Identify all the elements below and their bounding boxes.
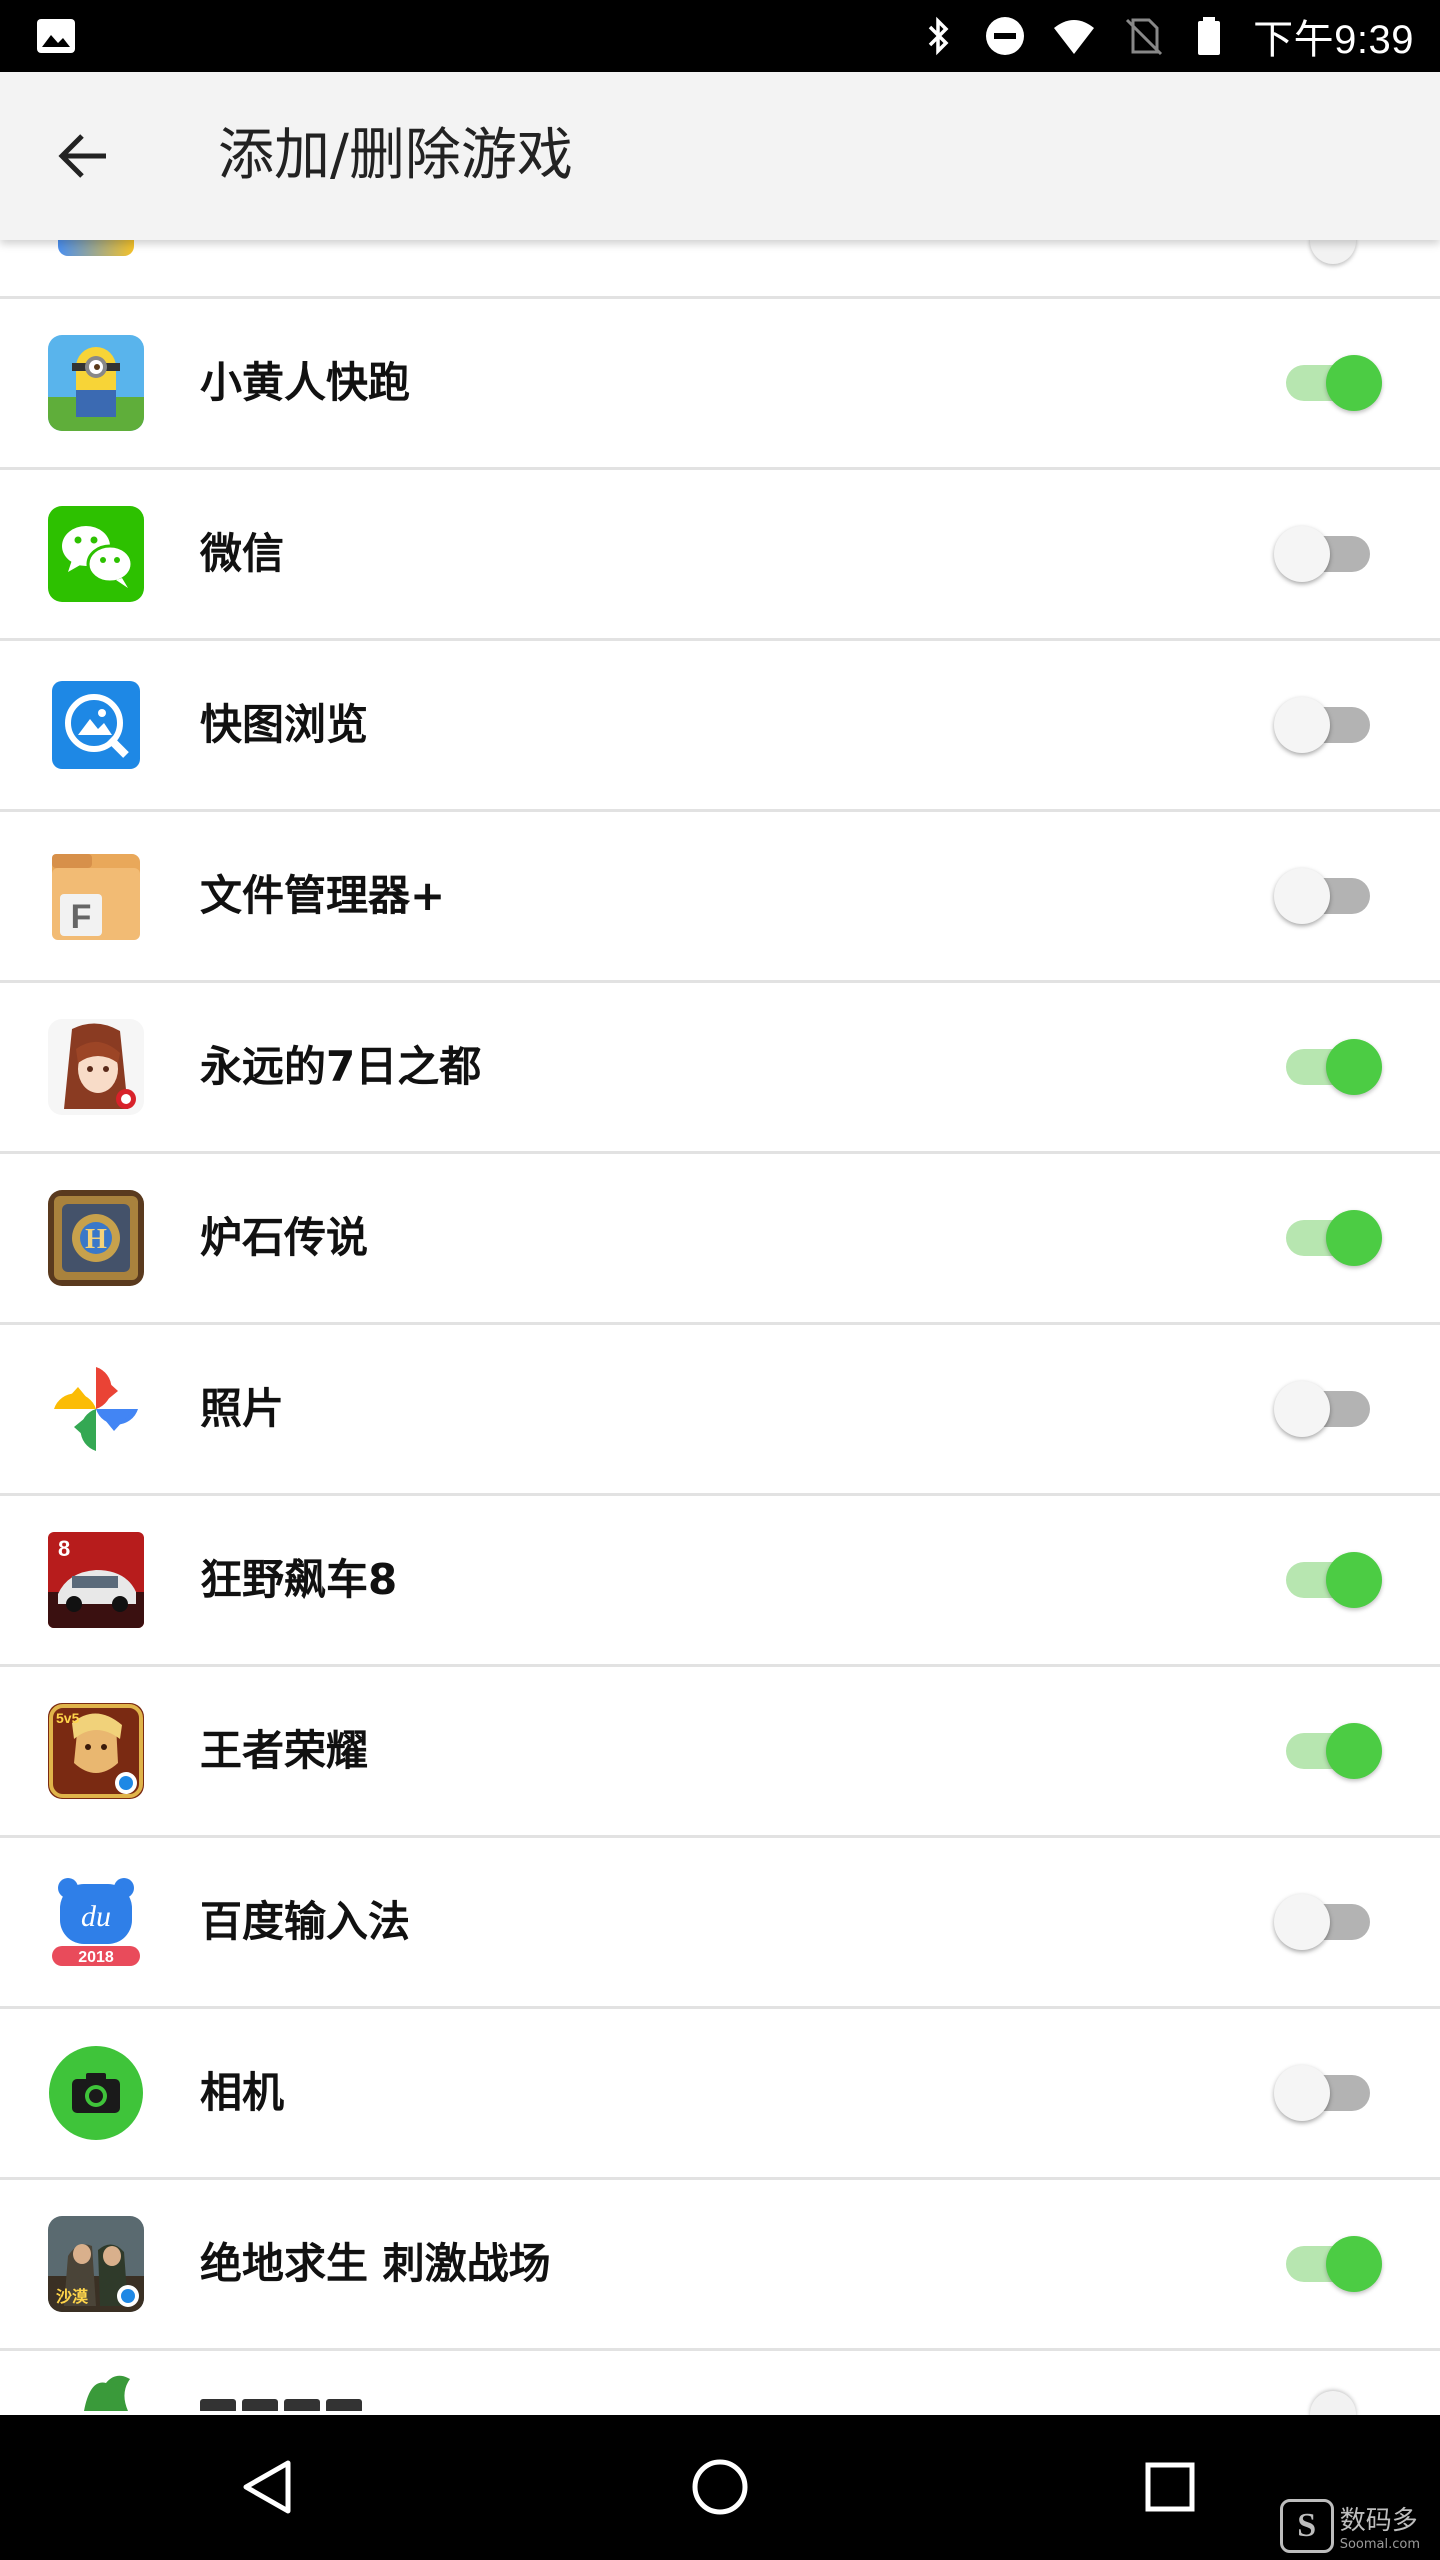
app-name: 永远的7日之都 [200, 1042, 482, 1091]
back-triangle-icon [243, 2460, 291, 2514]
list-item[interactable]: 5v5 王者荣耀 [0, 1667, 1440, 1838]
nav-home-button[interactable] [670, 2437, 770, 2537]
svg-text:5v5: 5v5 [56, 1710, 80, 1726]
app-name: 微信 [200, 529, 285, 578]
toggle-switch[interactable] [1274, 2236, 1382, 2292]
app-name: 文件管理器+ [200, 871, 446, 920]
watermark-logo: S [1279, 2499, 1334, 2553]
wifi-icon [1054, 20, 1095, 54]
list-item[interactable]: 小黄人快跑 [0, 299, 1440, 470]
toggle-switch[interactable] [1274, 526, 1382, 582]
list-item[interactable]: 相机 [0, 2009, 1440, 2180]
watermark-text: 数码多 [1339, 2506, 1418, 2536]
svg-text:du: du [81, 1900, 111, 1933]
app-name: 相机 [200, 2068, 285, 2117]
hearthstone-icon: H [48, 1190, 144, 1286]
toggle-switch[interactable] [1274, 1210, 1382, 1266]
status-icons: 下午9:39 [917, 0, 1414, 72]
app-name: 狂野飙车8 [200, 1555, 398, 1604]
toggle-partial[interactable] [1310, 2391, 1356, 2415]
list-item[interactable]: 微信 [0, 470, 1440, 641]
svg-text:8: 8 [58, 1536, 70, 1561]
app-name-partial [200, 2379, 410, 2411]
camera-icon [48, 2045, 144, 2141]
watermark-sub: Soomal.com [1339, 2537, 1420, 2552]
toggle-switch[interactable] [1274, 1381, 1382, 1437]
image-icon [37, 19, 75, 53]
toggle-switch[interactable] [1274, 1723, 1382, 1779]
watermark: S 数码多 Soomal.com [1279, 2499, 1420, 2553]
wechat-icon [48, 506, 144, 602]
pubg-mobile-icon: 沙漠 [48, 2216, 144, 2312]
list-item[interactable]: 8 狂野飙车8 [0, 1496, 1440, 1667]
leaf-icon [84, 2375, 130, 2411]
app-name: 照片 [200, 1384, 285, 1433]
list-item[interactable]: F 文件管理器+ [0, 812, 1440, 983]
app-bar: 添加/删除游戏 [0, 72, 1440, 240]
do-not-disturb-icon [986, 17, 1025, 55]
honor-of-kings-icon: 5v5 [48, 1703, 144, 1799]
photos-icon [48, 1361, 144, 1457]
toggle-switch[interactable] [1274, 1552, 1382, 1608]
list-item[interactable]: 沙漠 绝地求生 刺激战场 [0, 2180, 1440, 2351]
arrow-back-icon [58, 134, 106, 178]
list-item-partial-top [0, 240, 1440, 299]
nav-back-button[interactable] [218, 2437, 318, 2537]
svg-text:H: H [85, 1224, 107, 1255]
svg-text:沙漠: 沙漠 [56, 2287, 89, 2306]
app-name: 快图浏览 [200, 700, 369, 749]
page-title: 添加/删除游戏 [218, 123, 573, 188]
quickpic-icon [48, 677, 144, 773]
list-item[interactable]: du 2018 百度输入法 [0, 1838, 1440, 2009]
home-circle-icon [692, 2459, 748, 2515]
list-item[interactable]: 永远的7日之都 [0, 983, 1440, 1154]
toggle-switch[interactable] [1274, 1039, 1382, 1095]
navigation-bar: S 数码多 Soomal.com [0, 2415, 1440, 2560]
status-time: 下午9:39 [1253, 18, 1414, 62]
asphalt8-icon: 8 [48, 1532, 144, 1628]
app-icon-partial [58, 240, 134, 256]
recents-square-icon [1145, 2462, 1195, 2512]
toggle-partial[interactable] [1310, 240, 1356, 264]
app-name: 炉石传说 [200, 1213, 369, 1262]
no-sim-icon [1126, 18, 1163, 56]
battery-icon [1198, 17, 1221, 55]
list-item[interactable]: 照片 [0, 1325, 1440, 1496]
back-button[interactable] [48, 120, 120, 192]
minion-rush-icon [48, 335, 144, 431]
app-name: 王者荣耀 [200, 1726, 369, 1775]
app-name: 小黄人快跑 [200, 358, 411, 407]
eternal-city-icon [48, 1019, 144, 1115]
toggle-switch[interactable] [1274, 1894, 1382, 1950]
toggle-switch[interactable] [1274, 697, 1382, 753]
toggle-switch[interactable] [1274, 355, 1382, 411]
toggle-switch[interactable] [1274, 2065, 1382, 2121]
file-manager-icon: F [48, 848, 144, 944]
toggle-switch[interactable] [1274, 868, 1382, 924]
status-bar: 下午9:39 [0, 0, 1440, 72]
nav-recents-button[interactable] [1120, 2437, 1220, 2537]
baidu-ime-icon: du 2018 [48, 1874, 144, 1970]
svg-text:2018: 2018 [78, 1949, 114, 1966]
list-item[interactable]: H 炉石传说 [0, 1154, 1440, 1325]
svg-text:F: F [71, 898, 92, 936]
game-list: 小黄人快跑 微信 快图浏览 F 文件管理器+ 永远的7日之都 H 炉石传说 照片… [0, 240, 1440, 2415]
list-item[interactable]: 快图浏览 [0, 641, 1440, 812]
app-name: 绝地求生 刺激战场 [200, 2239, 551, 2288]
list-item-partial-bottom [0, 2351, 1440, 2415]
bluetooth-icon [928, 16, 949, 56]
app-name: 百度输入法 [200, 1897, 411, 1946]
